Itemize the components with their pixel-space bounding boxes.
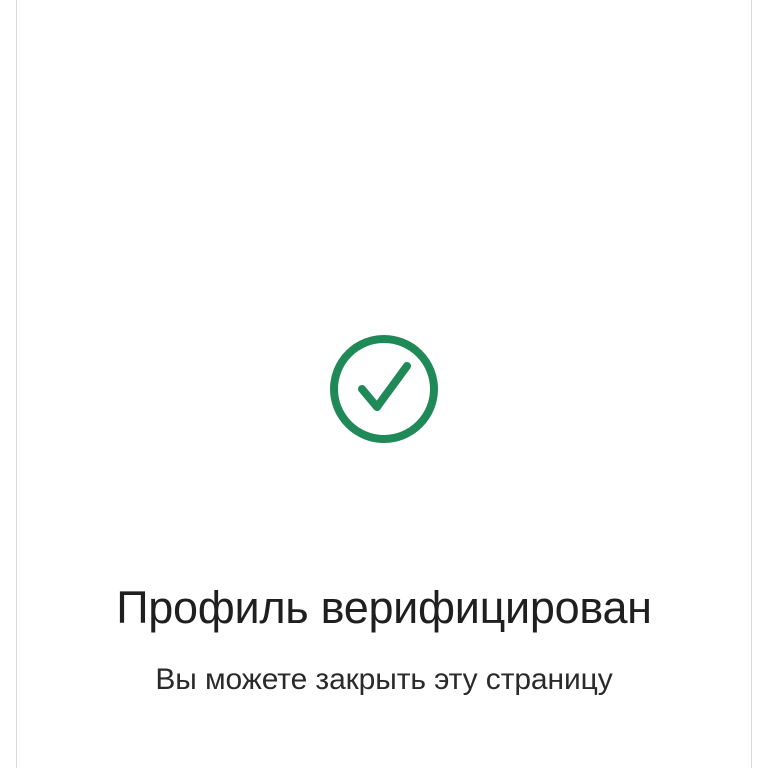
verification-title: Профиль верифицирован [116,582,652,633]
check-circle-ring [330,335,438,443]
verification-success-page: Профиль верифицирован Вы можете закрыть … [0,0,768,768]
verification-subtitle: Вы можете закрыть эту страницу [155,663,613,696]
check-mark [358,362,411,411]
check-circle-icon [329,334,439,444]
